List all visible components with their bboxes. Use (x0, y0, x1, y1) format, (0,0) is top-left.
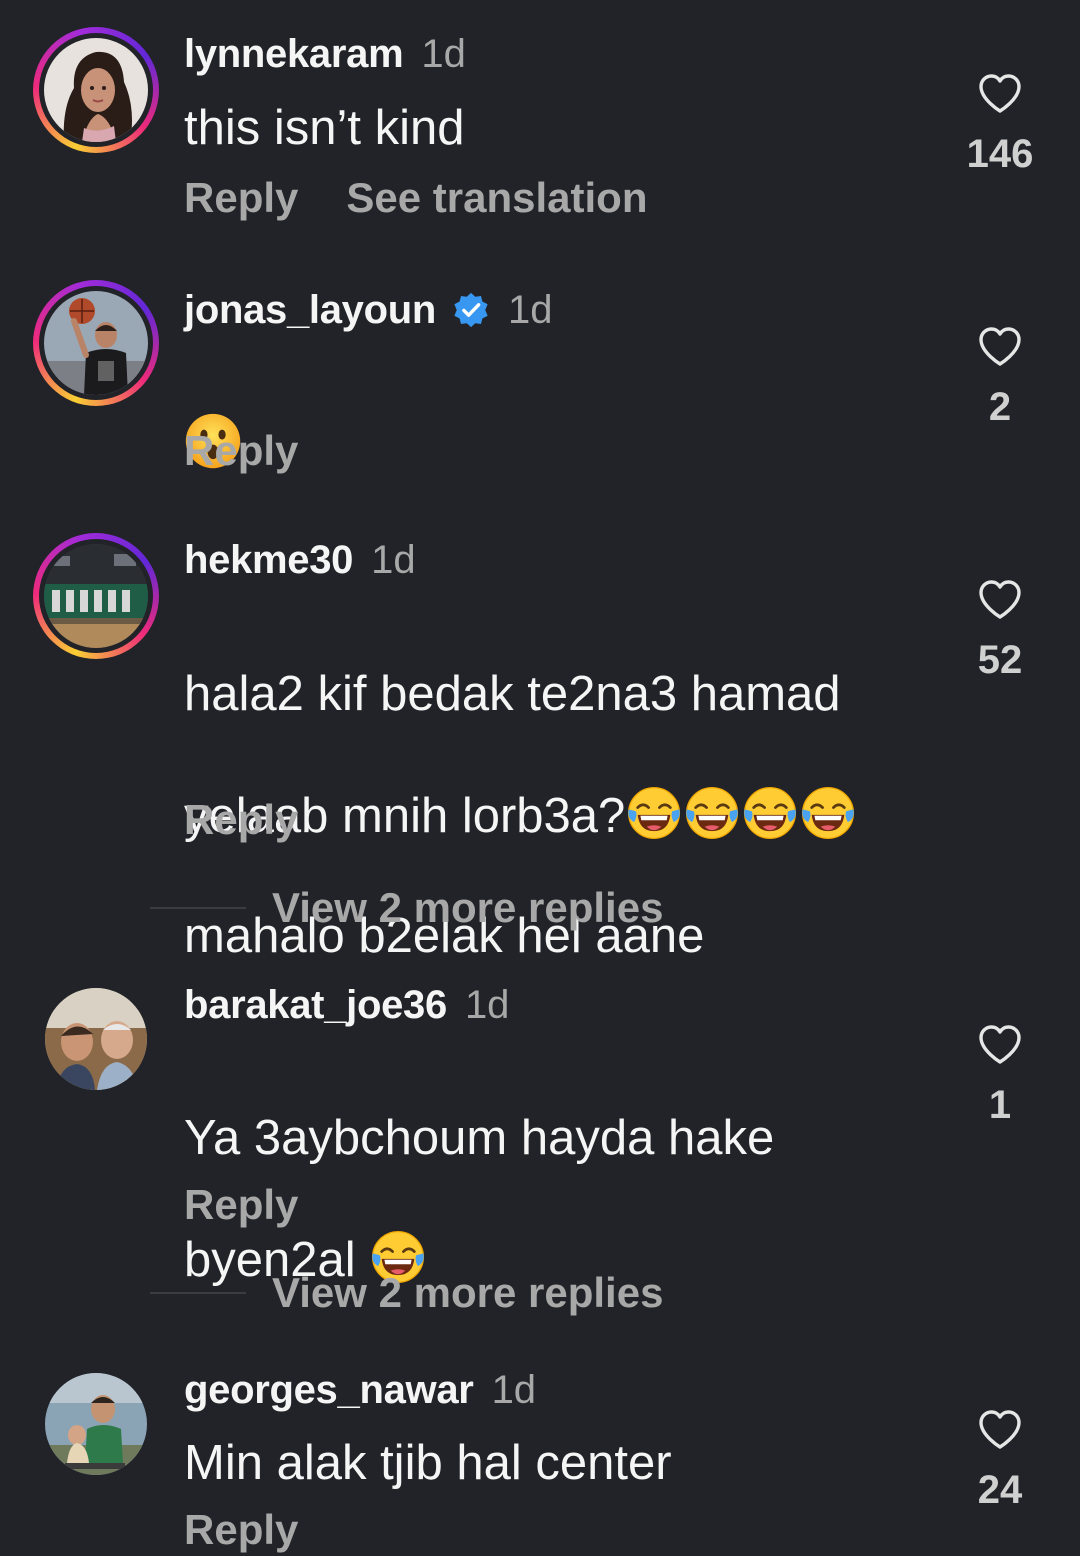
comment-text-line: hala2 kif bedak te2na3 hamad (184, 667, 841, 721)
avatar (44, 291, 148, 395)
divider (150, 907, 246, 909)
face-with-tears-of-joy-icon (741, 784, 799, 842)
view-more-replies-label[interactable]: View 2 more replies (272, 884, 663, 932)
comment-text-line: Ya 3aybchoum hayda hake (184, 1111, 775, 1165)
like-count: 146 (966, 132, 1034, 176)
username[interactable]: jonas_layoun (184, 288, 436, 333)
timestamp: 1d (491, 1368, 537, 1412)
username[interactable]: georges_nawar (184, 1368, 474, 1413)
avatar (44, 544, 148, 648)
timestamp: 1d (421, 32, 466, 76)
heart-icon[interactable] (976, 1406, 1024, 1454)
username[interactable]: hekme30 (184, 538, 353, 583)
reply-button[interactable]: Reply (184, 174, 298, 222)
like-button[interactable]: 2 (960, 323, 1040, 430)
face-with-tears-of-joy-icon (799, 784, 857, 842)
comment-text: Min alak tjib hal center (184, 1436, 672, 1490)
view-more-replies-label[interactable]: View 2 more replies (272, 1269, 663, 1317)
see-translation-button[interactable]: See translation (346, 174, 647, 222)
face-with-tears-of-joy-icon (625, 784, 683, 842)
heart-icon[interactable] (976, 323, 1024, 371)
avatar (44, 38, 148, 142)
reply-button[interactable]: Reply (184, 796, 298, 844)
timestamp: 1d (464, 983, 510, 1027)
like-button[interactable]: 24 (960, 1406, 1040, 1513)
timestamp: 1d (508, 288, 553, 332)
avatar[interactable] (45, 988, 147, 1090)
face-with-tears-of-joy-icon (683, 784, 741, 842)
reply-button[interactable]: Reply (184, 427, 298, 475)
like-button[interactable]: 146 (960, 70, 1040, 177)
view-more-replies[interactable]: View 2 more replies (150, 884, 663, 932)
like-button[interactable]: 1 (960, 1021, 1040, 1128)
heart-icon[interactable] (976, 576, 1024, 624)
verified-badge-icon (452, 291, 490, 329)
timestamp: 1d (371, 538, 416, 582)
username[interactable]: lynnekaram (184, 32, 404, 77)
reply-button[interactable]: Reply (184, 1181, 298, 1229)
like-count: 1 (988, 1083, 1012, 1127)
avatar[interactable] (45, 1373, 147, 1475)
heart-icon[interactable] (976, 70, 1024, 118)
avatar-story-ring[interactable] (33, 280, 159, 406)
username[interactable]: barakat_joe36 (184, 983, 447, 1028)
like-count: 52 (977, 638, 1023, 682)
heart-icon[interactable] (976, 1021, 1024, 1069)
like-count: 2 (988, 385, 1012, 429)
reply-button[interactable]: Reply (184, 1506, 298, 1554)
avatar-story-ring[interactable] (33, 27, 159, 153)
comment-text: this isn’t kind (184, 101, 465, 155)
like-button[interactable]: 52 (960, 576, 1040, 683)
divider (150, 1292, 246, 1294)
avatar-story-ring[interactable] (33, 533, 159, 659)
like-count: 24 (977, 1468, 1023, 1512)
view-more-replies[interactable]: View 2 more replies (150, 1269, 663, 1317)
